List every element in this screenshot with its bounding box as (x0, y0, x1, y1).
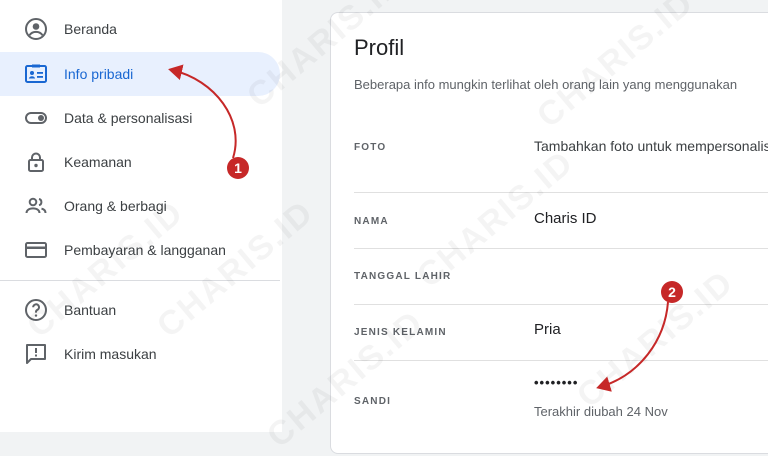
account-circle-icon (25, 18, 47, 40)
sidebar-divider (0, 280, 280, 281)
sidebar-item-bantuan[interactable]: Bantuan (0, 288, 280, 332)
row-label: JENIS KELAMIN (354, 327, 447, 338)
sidebar-item-label: Orang & berbagi (64, 198, 167, 214)
id-card-icon (25, 64, 47, 83)
people-icon (25, 197, 47, 214)
credit-card-icon (25, 242, 47, 258)
help-icon (25, 299, 47, 321)
sidebar: Beranda Info pribadi Data & personalisas… (0, 0, 282, 432)
annotation-badge-2: 2 (661, 281, 683, 303)
sidebar-item-beranda[interactable]: Beranda (0, 7, 280, 51)
row-value: Pria (534, 321, 561, 338)
password-note: Terakhir diubah 24 Nov (534, 404, 668, 419)
password-value: •••••••• (534, 375, 579, 390)
sidebar-item-kirim-masukan[interactable]: Kirim masukan (0, 332, 280, 376)
row-label: FOTO (354, 142, 387, 153)
profile-row-tanggal-lahir[interactable]: TANGGAL LAHIR (331, 249, 768, 305)
sidebar-item-label: Bantuan (64, 302, 117, 318)
profile-row-nama[interactable]: NAMA Charis ID (331, 193, 768, 249)
row-value: Charis ID (534, 210, 597, 227)
annotation-badge-1: 1 (227, 157, 249, 179)
page-subtitle: Beberapa info mungkin terlihat oleh oran… (354, 77, 738, 92)
profile-row-foto[interactable]: FOTO Tambahkan foto untuk mempersonalisa… (331, 117, 768, 193)
sidebar-item-orang-berbagi[interactable]: Orang & berbagi (0, 184, 280, 228)
sidebar-item-label: Keamanan (64, 154, 132, 170)
row-label: NAMA (354, 216, 389, 227)
row-value: Tambahkan foto untuk mempersonalisasi (534, 138, 768, 154)
sidebar-item-label: Pembayaran & langganan (64, 242, 226, 258)
sidebar-item-info-pribadi[interactable]: Info pribadi (0, 52, 280, 96)
feedback-icon (26, 344, 46, 364)
lock-icon (28, 152, 44, 172)
page-title: Profil (354, 35, 405, 60)
row-label: SANDI (354, 396, 392, 407)
sidebar-item-label: Info pribadi (64, 66, 134, 82)
sidebar-item-label: Kirim masukan (64, 346, 157, 362)
profile-row-sandi[interactable]: SANDI •••••••• Terakhir diubah 24 Nov (331, 361, 768, 441)
row-label: TANGGAL LAHIR (354, 271, 452, 282)
sidebar-item-label: Data & personalisasi (64, 110, 193, 126)
sidebar-item-data-personalisasi[interactable]: Data & personalisasi (0, 96, 280, 140)
sidebar-item-pembayaran[interactable]: Pembayaran & langganan (0, 228, 280, 272)
profile-card: Profil Beberapa info mungkin terlihat ol… (330, 12, 768, 454)
sidebar-item-label: Beranda (64, 21, 117, 37)
profile-row-jenis-kelamin[interactable]: JENIS KELAMIN Pria (331, 305, 768, 361)
toggle-icon (25, 112, 47, 124)
